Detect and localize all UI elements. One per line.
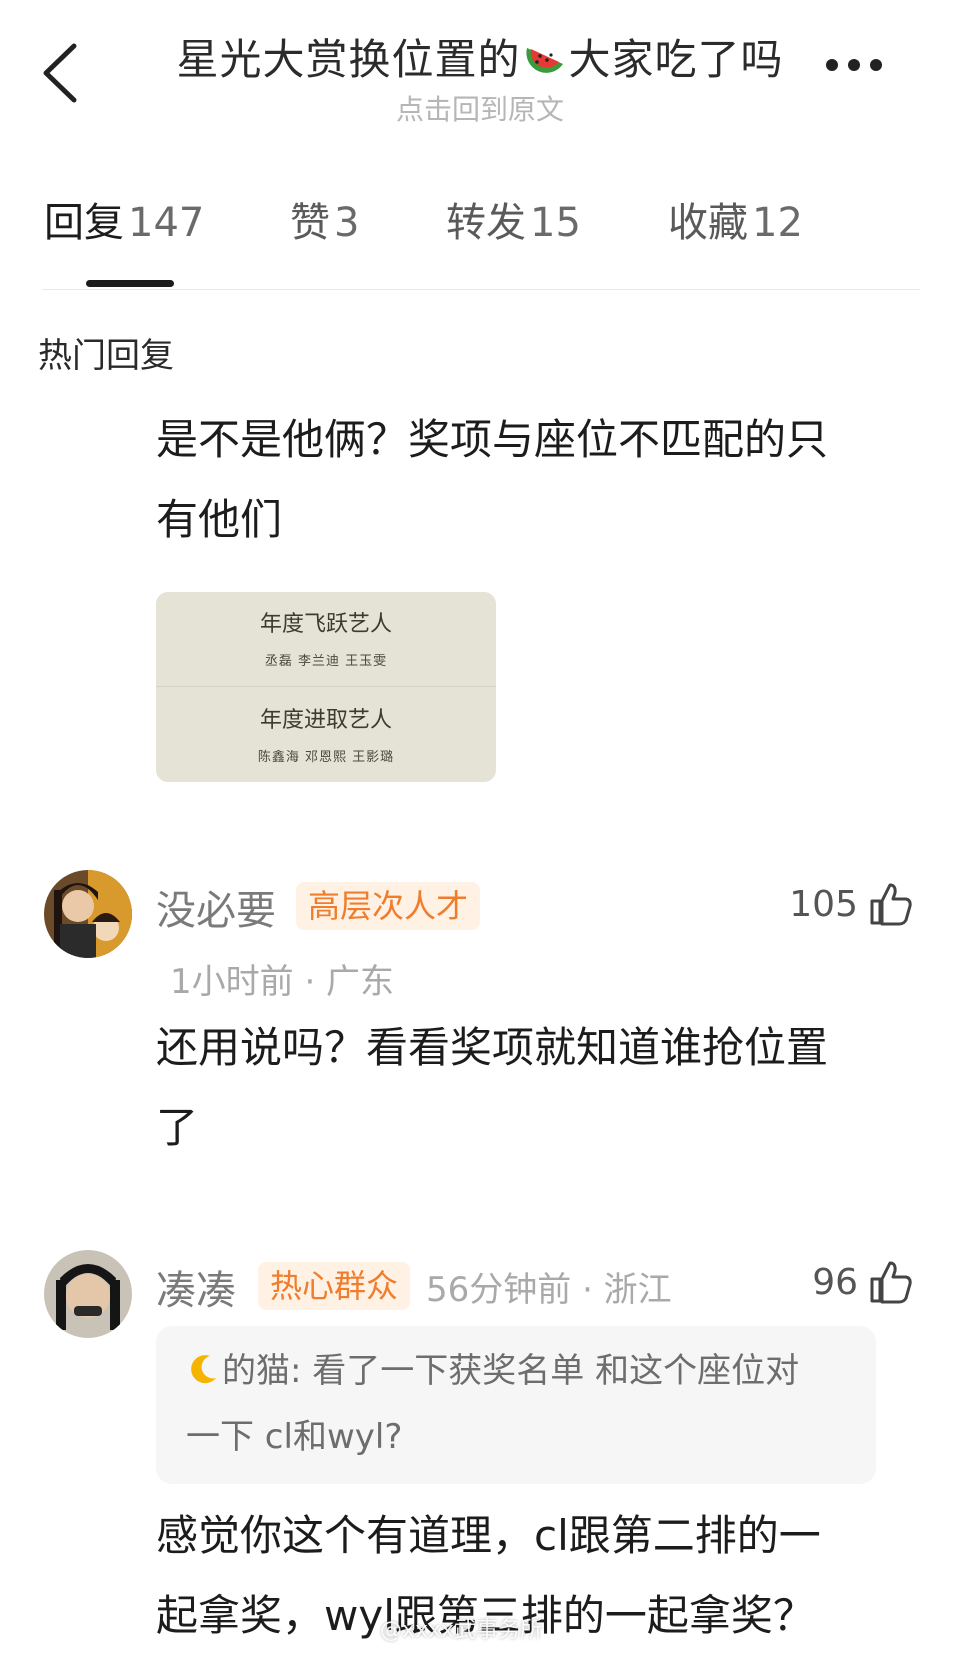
comment-text: 还用说吗？看看奖项就知道谁抢位置 了 (156, 1008, 916, 1168)
dot-icon (848, 59, 860, 71)
quoted-reply[interactable]: 的猫: 看了一下获奖名单 和这个座位对 一下 cl和wyl? (156, 1326, 876, 1484)
comment-meta: 56分钟前 · 浙江 (426, 1270, 672, 1310)
thumbs-up-icon (870, 883, 912, 926)
reply-text-line: 有他们 (156, 495, 283, 544)
watermelon-icon (523, 36, 567, 90)
more-options-button[interactable] (826, 56, 902, 86)
image-award-title: 年度进取艺人 (259, 708, 392, 733)
image-award-title: 年度飞跃艺人 (259, 612, 392, 637)
image-award-names: 陈鑫海 邓恩熙 王影璐 (257, 750, 395, 765)
username[interactable]: 凑凑 (156, 1258, 236, 1316)
tab-count: 15 (530, 200, 581, 246)
reply-text-line: 是不是他俩？奖项与座位不匹配的只 (156, 415, 829, 464)
active-tab-indicator (86, 280, 174, 287)
like-count: 105 (789, 883, 858, 925)
top-bar: 星光大赏换位置的 大家吃了吗 点击回到原文 (0, 0, 960, 140)
tab-label: 收藏 (668, 200, 748, 246)
user-badge: 热心群众 (258, 1262, 411, 1310)
comment-text-line: 感觉你这个有道理，cl跟第二排的一 (156, 1511, 821, 1560)
dot-icon (826, 59, 838, 71)
comment-text-line: 还用说吗？看看奖项就知道谁抢位置 (156, 1023, 829, 1072)
tab-label: 赞 (290, 200, 330, 246)
like-count: 96 (812, 1261, 858, 1303)
tab-reposts[interactable]: 转发 15 (446, 190, 581, 248)
avatar-image (44, 870, 132, 958)
post-title-suffix: 大家吃了吗 (568, 35, 784, 84)
tab-likes[interactable]: 赞3 (290, 190, 359, 248)
back-to-original-link[interactable]: 点击回到原文 (0, 88, 960, 128)
post-title-prefix: 星光大赏换位置的 (176, 35, 521, 84)
image-award-names: 丞磊 李兰迪 王玉雯 (264, 654, 388, 669)
post-title[interactable]: 星光大赏换位置的 大家吃了吗 (120, 26, 840, 90)
quoted-reply-line: 的猫: 看了一下获奖名单 和这个座位对 (222, 1351, 800, 1391)
reply-image[interactable]: 年度飞跃艺人 丞磊 李兰迪 王玉雯 年度进取艺人 陈鑫海 邓恩熙 王影璐 (156, 592, 496, 782)
divider (42, 289, 920, 290)
tab-replies[interactable]: 回复 147 (44, 190, 204, 248)
quoted-reply-line: 一下 cl和wyl? (186, 1417, 403, 1457)
avatar-image (44, 1250, 132, 1338)
tab-label: 转发 (446, 200, 526, 246)
moon-icon (186, 1344, 220, 1406)
avatar[interactable] (44, 870, 132, 958)
weibo-watermark: @xxxx武事务所 (380, 1618, 543, 1643)
tab-label: 回复 (44, 200, 124, 246)
username[interactable]: 没必要 (156, 878, 276, 936)
user-badge: 高层次人才 (296, 882, 481, 930)
avatar[interactable] (44, 1250, 132, 1338)
tab-favorites[interactable]: 收藏 12 (668, 190, 803, 248)
comment-text-line: 了 (156, 1103, 199, 1152)
dot-icon (870, 59, 882, 71)
tab-count: 3 (334, 200, 360, 246)
like-button[interactable]: 96 (812, 1254, 916, 1310)
quoted-reply-text: 的猫: 看了一下获奖名单 和这个座位对 一下 cl和wyl? (186, 1340, 846, 1468)
like-button[interactable]: 105 (789, 876, 916, 932)
tab-count: 12 (752, 200, 803, 246)
thumbs-up-icon (870, 1261, 912, 1304)
reply-text: 是不是他俩？奖项与座位不匹配的只 有他们 (156, 400, 916, 560)
tab-bar: 回复 147 赞3 转发 15 收藏 12 (0, 190, 960, 290)
hot-replies-heading: 热门回复 (38, 336, 174, 376)
comment-meta: 1小时前 · 广东 (170, 962, 395, 1002)
image-divider (156, 686, 496, 687)
tab-count: 147 (128, 200, 205, 246)
